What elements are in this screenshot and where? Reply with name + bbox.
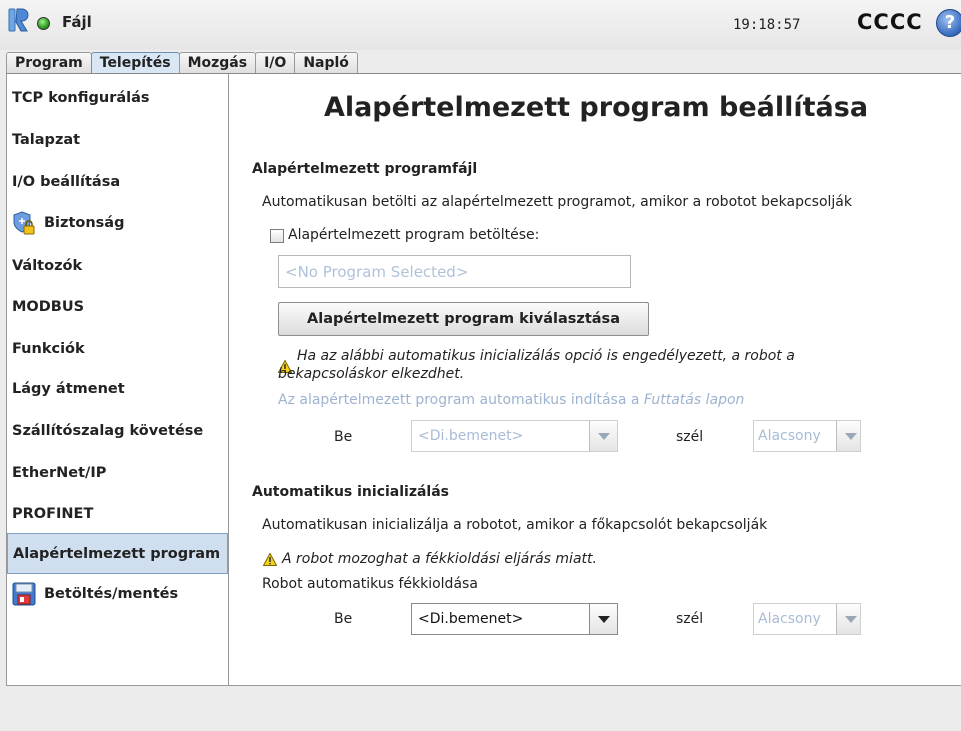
brake-release-on-label: Be (334, 611, 353, 627)
sidebar-item-label: Biztonság (44, 215, 125, 231)
top-bar: Fájl 19:18:57 CCCC ? (0, 0, 961, 50)
select-default-program-button[interactable]: Alapértelmezett program kiválasztása (278, 302, 649, 336)
warning-icon (263, 553, 277, 566)
run-tab-link: Futtatás lapon (643, 392, 745, 408)
default-program-field: <No Program Selected> (278, 255, 631, 288)
page-title: Alapértelmezett program beállítása (323, 92, 869, 123)
autostart-level-select: Alacsony (753, 420, 861, 452)
chevron-down-icon (836, 421, 860, 451)
autostart-warning-line1: Ha az alábbi automatikus inicializálás o… (297, 348, 795, 364)
main-tabs: Program Telepítés Mozgás I/O Napló (6, 52, 358, 74)
autostart-level-value: Alacsony (758, 428, 821, 444)
sidebar-item-label: Betöltés/mentés (44, 586, 179, 602)
autostart-warning-line2: bekapcsoláskor elkezdhet. (278, 366, 465, 382)
autostart-prefix: Az alapértelmezett program automatikus i… (278, 392, 644, 408)
load-default-program-checkbox[interactable] (270, 229, 284, 243)
brake-release-edge-label: szél (676, 611, 704, 627)
robot-name: CCCC (857, 10, 923, 34)
sidebar-item-profinet[interactable]: PROFINET (7, 506, 228, 522)
tab-installation[interactable]: Telepítés (90, 52, 180, 74)
chevron-down-icon (836, 604, 860, 634)
sidebar-item-smooth-transition[interactable]: Lágy átmenet (7, 381, 228, 397)
file-menu[interactable]: Fájl (62, 13, 92, 31)
auto-init-description: Automatikusan inicializálja a robotot, a… (262, 517, 768, 533)
brake-release-level-select: Alacsony (753, 603, 861, 635)
auto-init-section-title: Automatikus inicializálás (252, 484, 450, 500)
chevron-down-icon (589, 421, 617, 451)
sidebar-item-modbus[interactable]: MODBUS (7, 299, 228, 315)
brake-release-label: Robot automatikus fékkioldása (262, 576, 478, 592)
autostart-edge-label: szél (676, 429, 704, 445)
tab-program[interactable]: Program (6, 52, 92, 74)
sidebar-item-ethernet-ip[interactable]: EtherNet/IP (7, 465, 228, 481)
tab-move[interactable]: Mozgás (178, 52, 257, 74)
brake-release-input-select[interactable]: <Di.bemenet> (411, 603, 618, 635)
sidebar: TCP konfigurálás Talapzat I/O beállítása… (7, 74, 229, 685)
tab-log[interactable]: Napló (294, 52, 358, 74)
sidebar-item-default-program[interactable]: Alapértelmezett program (7, 533, 228, 574)
sidebar-item-tcp[interactable]: TCP konfigurálás (7, 90, 228, 106)
sidebar-item-mounting[interactable]: Talapzat (7, 132, 228, 148)
shield-lock-icon (13, 211, 35, 235)
autostart-on-label: Be (334, 429, 353, 445)
brake-release-warning: A robot mozoghat a fékkioldási eljárás m… (282, 551, 597, 567)
sidebar-item-features[interactable]: Funkciók (7, 341, 228, 357)
autostart-input-select: <Di.bemenet> (411, 420, 618, 452)
autostart-input-value: <Di.bemenet> (418, 428, 524, 444)
autostart-text: Az alapértelmezett program automatikus i… (278, 392, 744, 408)
tab-io[interactable]: I/O (255, 52, 296, 74)
sidebar-item-safety[interactable]: Biztonság (7, 211, 228, 235)
chevron-down-icon[interactable] (589, 604, 617, 634)
installation-panel: TCP konfigurálás Talapzat I/O beállítása… (6, 74, 961, 686)
sidebar-item-io-setup[interactable]: I/O beállítása (7, 174, 228, 190)
main-content: Alapértelmezett program beállítása Alapé… (230, 74, 961, 685)
brake-release-level-value: Alacsony (758, 611, 821, 627)
default-file-description: Automatikusan betölti az alapértelmezett… (262, 194, 852, 210)
load-default-program-label: Alapértelmezett program betöltése: (288, 227, 540, 243)
sidebar-item-conveyor-tracking[interactable]: Szállítószalag követése (7, 423, 228, 439)
sidebar-item-load-save[interactable]: Betöltés/mentés (7, 582, 228, 606)
clock: 19:18:57 (733, 17, 801, 33)
help-icon[interactable]: ? (936, 9, 961, 37)
default-file-section-title: Alapértelmezett programfájl (252, 161, 478, 177)
robot-status-icon (37, 17, 50, 30)
floppy-disk-icon (12, 582, 36, 606)
sidebar-item-variables[interactable]: Változók (7, 258, 228, 274)
brake-release-input-value: <Di.bemenet> (418, 611, 524, 627)
ur-logo-icon (8, 8, 29, 32)
